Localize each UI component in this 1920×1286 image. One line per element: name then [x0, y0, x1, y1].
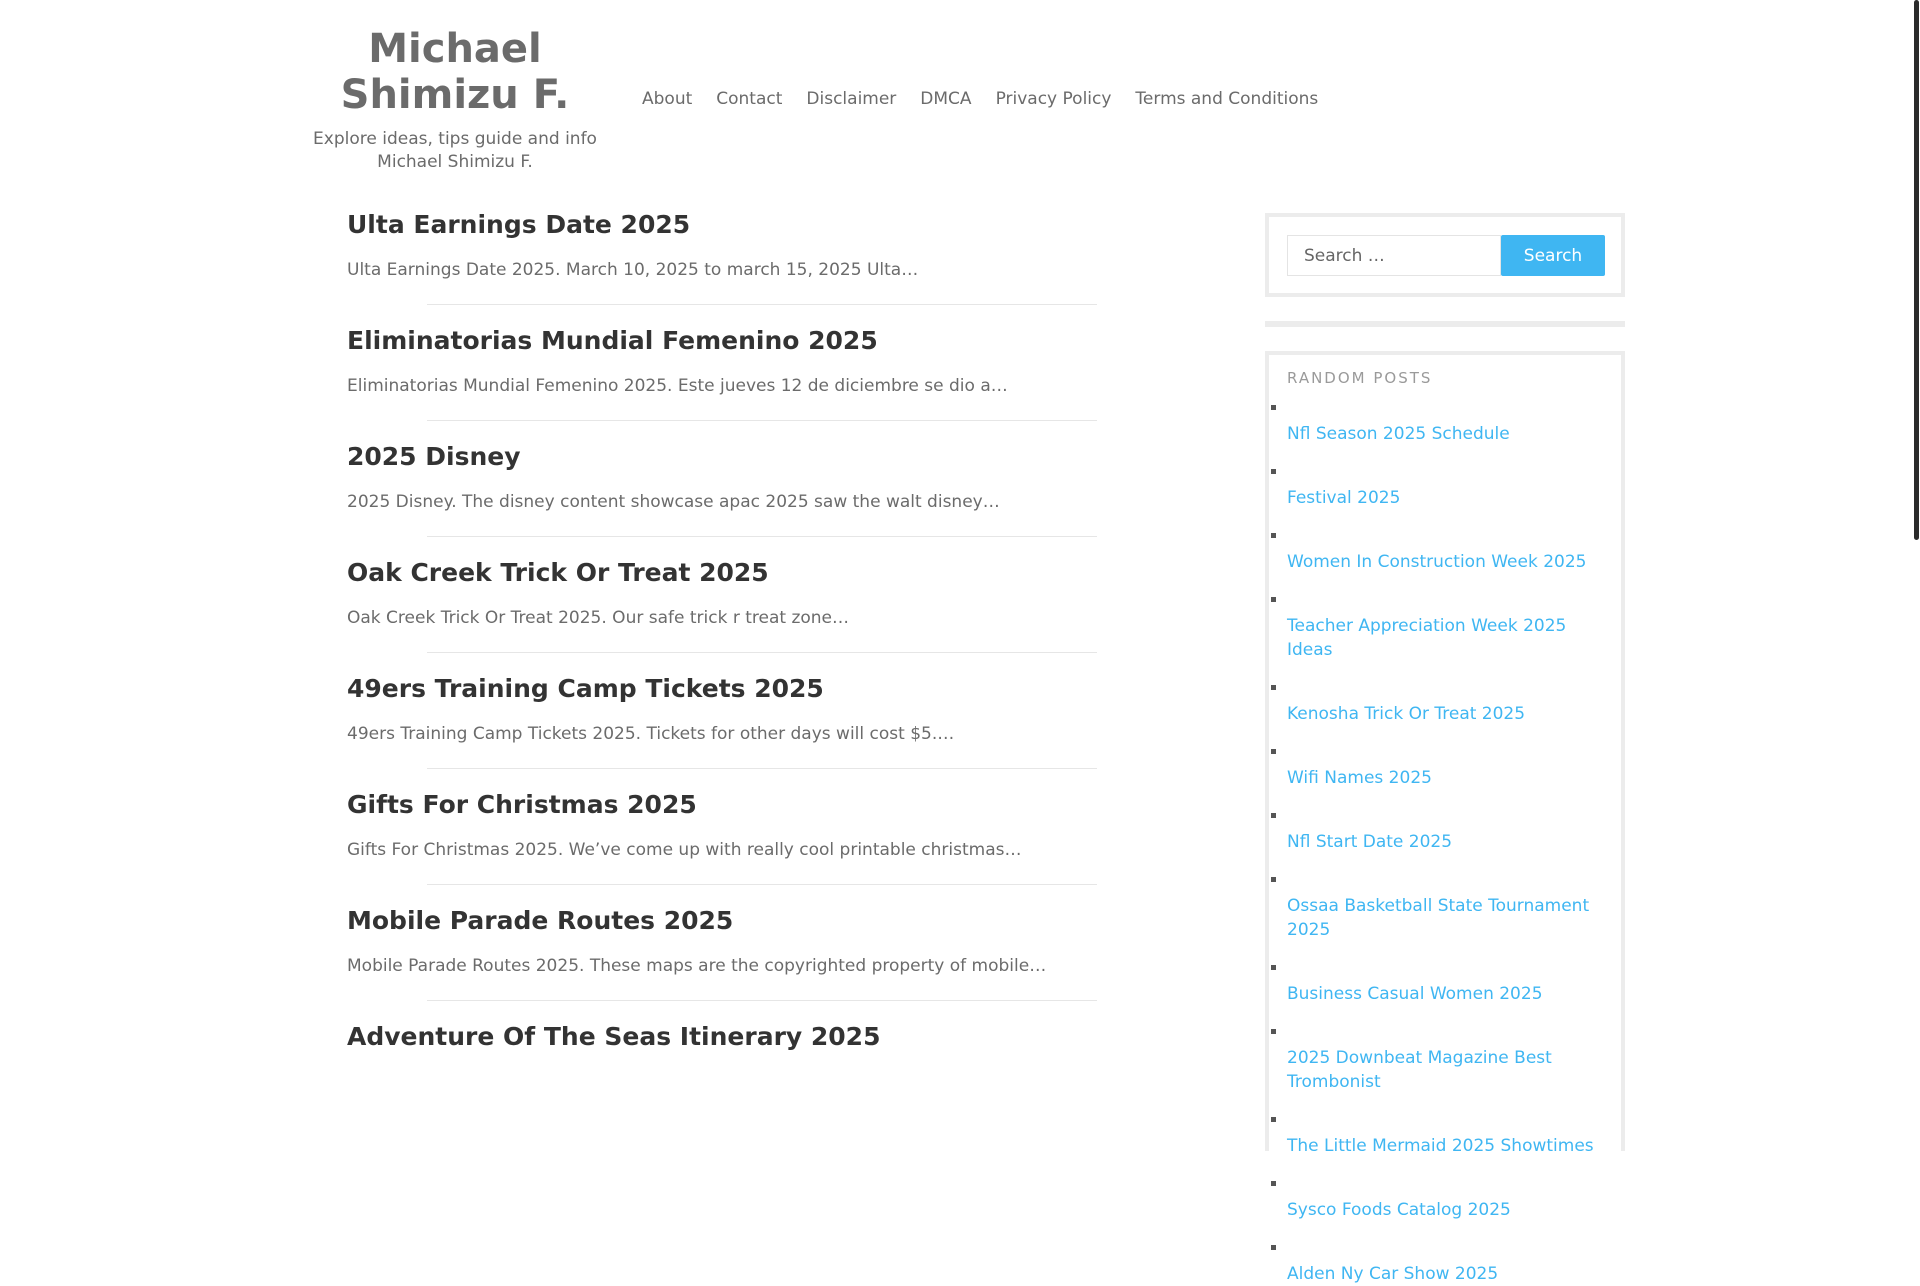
bullet-icon	[1271, 533, 1276, 538]
random-post-link[interactable]: Sysco Foods Catalog 2025	[1287, 1185, 1607, 1222]
site-header: Michael Shimizu F. Explore ideas, tips g…	[0, 0, 1920, 190]
post-title[interactable]: Gifts For Christmas 2025	[347, 786, 1097, 820]
search-input[interactable]	[1287, 235, 1501, 276]
post-excerpt: 2025 Disney. The disney content showcase…	[347, 492, 1000, 512]
post-divider	[427, 652, 1097, 653]
post-item: Oak Creek Trick Or Treat 2025 Oak Creek …	[347, 554, 1097, 670]
bullet-icon	[1271, 597, 1276, 602]
bullet-icon	[1271, 405, 1276, 410]
list-item: Ossaa Basketball State Tournament 2025	[1271, 877, 1621, 942]
random-post-link[interactable]: Women In Construction Week 2025	[1287, 537, 1607, 574]
post-item: Eliminatorias Mundial Femenino 2025 Elim…	[347, 322, 1097, 438]
random-post-link[interactable]: Wifi Names 2025	[1287, 753, 1607, 790]
post-excerpt: Gifts For Christmas 2025. We’ve come up …	[347, 840, 1022, 860]
post-divider	[427, 536, 1097, 537]
bullet-icon	[1271, 813, 1276, 818]
bullet-icon	[1271, 1029, 1276, 1034]
sidebar: Search RANDOM POSTS Nfl Season 2025 Sche…	[1265, 213, 1625, 1284]
random-posts-widget: RANDOM POSTS Nfl Season 2025 Schedule Fe…	[1265, 351, 1625, 1284]
post-divider	[427, 884, 1097, 885]
bullet-icon	[1271, 1117, 1276, 1122]
list-item: Women In Construction Week 2025	[1271, 533, 1621, 574]
post-divider	[427, 768, 1097, 769]
nav-item-dmca[interactable]: DMCA	[908, 89, 983, 109]
random-post-link[interactable]: Alden Ny Car Show 2025	[1287, 1249, 1607, 1286]
post-title[interactable]: Eliminatorias Mundial Femenino 2025	[347, 322, 1097, 356]
post-item: Adventure Of The Seas Itinerary 2025	[347, 1018, 1097, 1134]
post-title[interactable]: Adventure Of The Seas Itinerary 2025	[347, 1018, 1097, 1052]
search-button[interactable]: Search	[1501, 235, 1605, 276]
random-post-link[interactable]: Festival 2025	[1287, 473, 1607, 510]
bullet-icon	[1271, 469, 1276, 474]
list-item: Nfl Start Date 2025	[1271, 813, 1621, 854]
bullet-icon	[1271, 685, 1276, 690]
random-posts-list: Nfl Season 2025 Schedule Festival 2025 W…	[1271, 405, 1621, 1286]
bullet-icon	[1271, 749, 1276, 754]
widget-divider	[1265, 321, 1625, 327]
post-divider	[427, 420, 1097, 421]
nav-item-about[interactable]: About	[630, 89, 704, 109]
post-title[interactable]: 49ers Training Camp Tickets 2025	[347, 670, 1097, 704]
site-branding: Michael Shimizu F. Explore ideas, tips g…	[290, 26, 620, 174]
main-navigation: About Contact Disclaimer DMCA Privacy Po…	[630, 89, 1330, 109]
random-post-link[interactable]: Business Casual Women 2025	[1287, 969, 1607, 1006]
post-title[interactable]: Oak Creek Trick Or Treat 2025	[347, 554, 1097, 588]
random-post-link[interactable]: Kenosha Trick Or Treat 2025	[1287, 689, 1607, 726]
random-post-link[interactable]: Nfl Start Date 2025	[1287, 817, 1607, 854]
site-description: Explore ideas, tips guide and info Micha…	[313, 129, 597, 172]
bullet-icon	[1271, 877, 1276, 882]
random-post-link[interactable]: Teacher Appreciation Week 2025 Ideas	[1287, 601, 1607, 662]
post-excerpt: Mobile Parade Routes 2025. These maps ar…	[347, 956, 1047, 976]
widget-title: RANDOM POSTS	[1287, 369, 1433, 387]
random-post-link[interactable]: Nfl Season 2025 Schedule	[1287, 409, 1607, 446]
scrollbar-thumb[interactable]	[1914, 0, 1919, 540]
post-title[interactable]: Ulta Earnings Date 2025	[347, 206, 1097, 240]
post-title[interactable]: 2025 Disney	[347, 438, 1097, 472]
nav-item-contact[interactable]: Contact	[704, 89, 794, 109]
list-item: Festival 2025	[1271, 469, 1621, 510]
bullet-icon	[1271, 1245, 1276, 1250]
random-post-link[interactable]: 2025 Downbeat Magazine Best Trombonist	[1287, 1033, 1607, 1094]
bullet-icon	[1271, 1181, 1276, 1186]
post-item: Mobile Parade Routes 2025 Mobile Parade …	[347, 902, 1097, 1018]
list-item: Business Casual Women 2025	[1271, 965, 1621, 1006]
post-title[interactable]: Mobile Parade Routes 2025	[347, 902, 1097, 936]
page-scrollbar[interactable]	[1912, 0, 1920, 1080]
bullet-icon	[1271, 965, 1276, 970]
post-excerpt: 49ers Training Camp Tickets 2025. Ticket…	[347, 724, 955, 744]
list-item: 2025 Downbeat Magazine Best Trombonist	[1271, 1029, 1621, 1094]
post-item: 49ers Training Camp Tickets 2025 49ers T…	[347, 670, 1097, 786]
list-item: Alden Ny Car Show 2025	[1271, 1245, 1621, 1286]
random-post-link[interactable]: The Little Mermaid 2025 Showtimes	[1287, 1121, 1607, 1158]
list-item: Teacher Appreciation Week 2025 Ideas	[1271, 597, 1621, 662]
post-divider	[427, 1000, 1097, 1001]
site-title[interactable]: Michael Shimizu F.	[290, 26, 620, 118]
list-item: Nfl Season 2025 Schedule	[1271, 405, 1621, 446]
list-item: The Little Mermaid 2025 Showtimes	[1271, 1117, 1621, 1158]
post-excerpt: Eliminatorias Mundial Femenino 2025. Est…	[347, 376, 1008, 396]
list-item: Wifi Names 2025	[1271, 749, 1621, 790]
nav-item-terms[interactable]: Terms and Conditions	[1123, 89, 1330, 109]
search-widget: Search	[1265, 213, 1625, 297]
nav-item-disclaimer[interactable]: Disclaimer	[794, 89, 908, 109]
post-excerpt: Ulta Earnings Date 2025. March 10, 2025 …	[347, 260, 919, 280]
post-divider	[427, 304, 1097, 305]
post-item: 2025 Disney 2025 Disney. The disney cont…	[347, 438, 1097, 554]
post-item: Ulta Earnings Date 2025 Ulta Earnings Da…	[347, 206, 1097, 322]
list-item: Kenosha Trick Or Treat 2025	[1271, 685, 1621, 726]
list-item: Sysco Foods Catalog 2025	[1271, 1181, 1621, 1222]
post-list: Ulta Earnings Date 2025 Ulta Earnings Da…	[347, 206, 1097, 1134]
random-post-link[interactable]: Ossaa Basketball State Tournament 2025	[1287, 881, 1607, 942]
post-item: Gifts For Christmas 2025 Gifts For Chris…	[347, 786, 1097, 902]
post-excerpt: Oak Creek Trick Or Treat 2025. Our safe …	[347, 608, 850, 628]
nav-item-privacy-policy[interactable]: Privacy Policy	[984, 89, 1124, 109]
